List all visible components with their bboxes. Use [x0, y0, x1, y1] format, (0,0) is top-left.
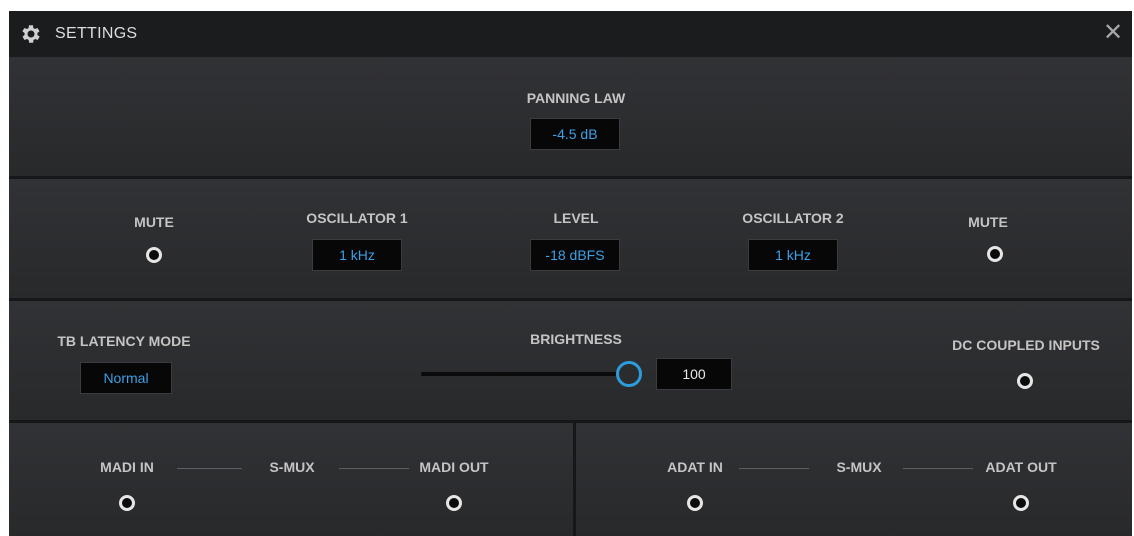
brightness-slider-fill	[421, 372, 629, 376]
adat-out-label: ADAT OUT	[985, 459, 1057, 475]
dc-coupled-inputs-label: DC COUPLED INPUTS	[952, 337, 1100, 353]
panning-law-label: PANNING LAW	[526, 90, 626, 106]
madi-out-radio[interactable]	[446, 495, 462, 511]
level-label: LEVEL	[553, 210, 599, 226]
digital-io-section	[9, 423, 1132, 536]
madi-in-radio[interactable]	[119, 495, 135, 511]
mute-left-label: MUTE	[134, 214, 174, 230]
mute-left-radio[interactable]	[146, 247, 162, 263]
adat-smux-label: S-MUX	[836, 459, 882, 475]
gear-icon	[22, 25, 40, 43]
madi-smux-label: S-MUX	[269, 459, 315, 475]
mute-right-label: MUTE	[968, 214, 1008, 230]
oscillator-2-field[interactable]: 1 kHz	[748, 239, 838, 271]
title-bar: SETTINGS ✕	[9, 11, 1132, 57]
oscillator-2-label: OSCILLATOR 2	[742, 210, 844, 226]
adat-in-label: ADAT IN	[667, 459, 723, 475]
adat-connector-line	[903, 468, 973, 469]
dc-coupled-inputs-radio[interactable]	[1017, 373, 1033, 389]
panning-section	[9, 57, 1132, 176]
madi-connector-line	[339, 468, 409, 469]
panning-law-field[interactable]: -4.5 dB	[530, 118, 620, 150]
window-title: SETTINGS	[55, 25, 138, 42]
tb-latency-mode-label: TB LATENCY MODE	[57, 333, 191, 349]
brightness-slider-handle[interactable]	[616, 361, 642, 387]
madi-in-label: MADI IN	[100, 459, 154, 475]
madi-connector-line	[177, 468, 242, 469]
oscillator-1-field[interactable]: 1 kHz	[312, 239, 402, 271]
adat-out-radio[interactable]	[1013, 495, 1029, 511]
brightness-label: BRIGHTNESS	[530, 331, 622, 347]
brightness-value-field[interactable]: 100	[656, 358, 732, 390]
madi-adat-divider	[573, 423, 576, 536]
adat-in-radio[interactable]	[687, 495, 703, 511]
settings-window: SETTINGS ✕ PANNING LAW -4.5 dB MUTE OSCI…	[9, 11, 1132, 536]
mute-right-radio[interactable]	[987, 246, 1003, 262]
close-icon[interactable]: ✕	[1100, 20, 1126, 46]
level-field[interactable]: -18 dBFS	[530, 239, 620, 271]
madi-out-label: MADI OUT	[419, 459, 489, 475]
brightness-slider[interactable]	[421, 361, 642, 387]
system-section	[9, 301, 1132, 420]
adat-connector-line	[739, 468, 809, 469]
tb-latency-mode-field[interactable]: Normal	[80, 362, 172, 394]
oscillator-1-label: OSCILLATOR 1	[306, 210, 408, 226]
